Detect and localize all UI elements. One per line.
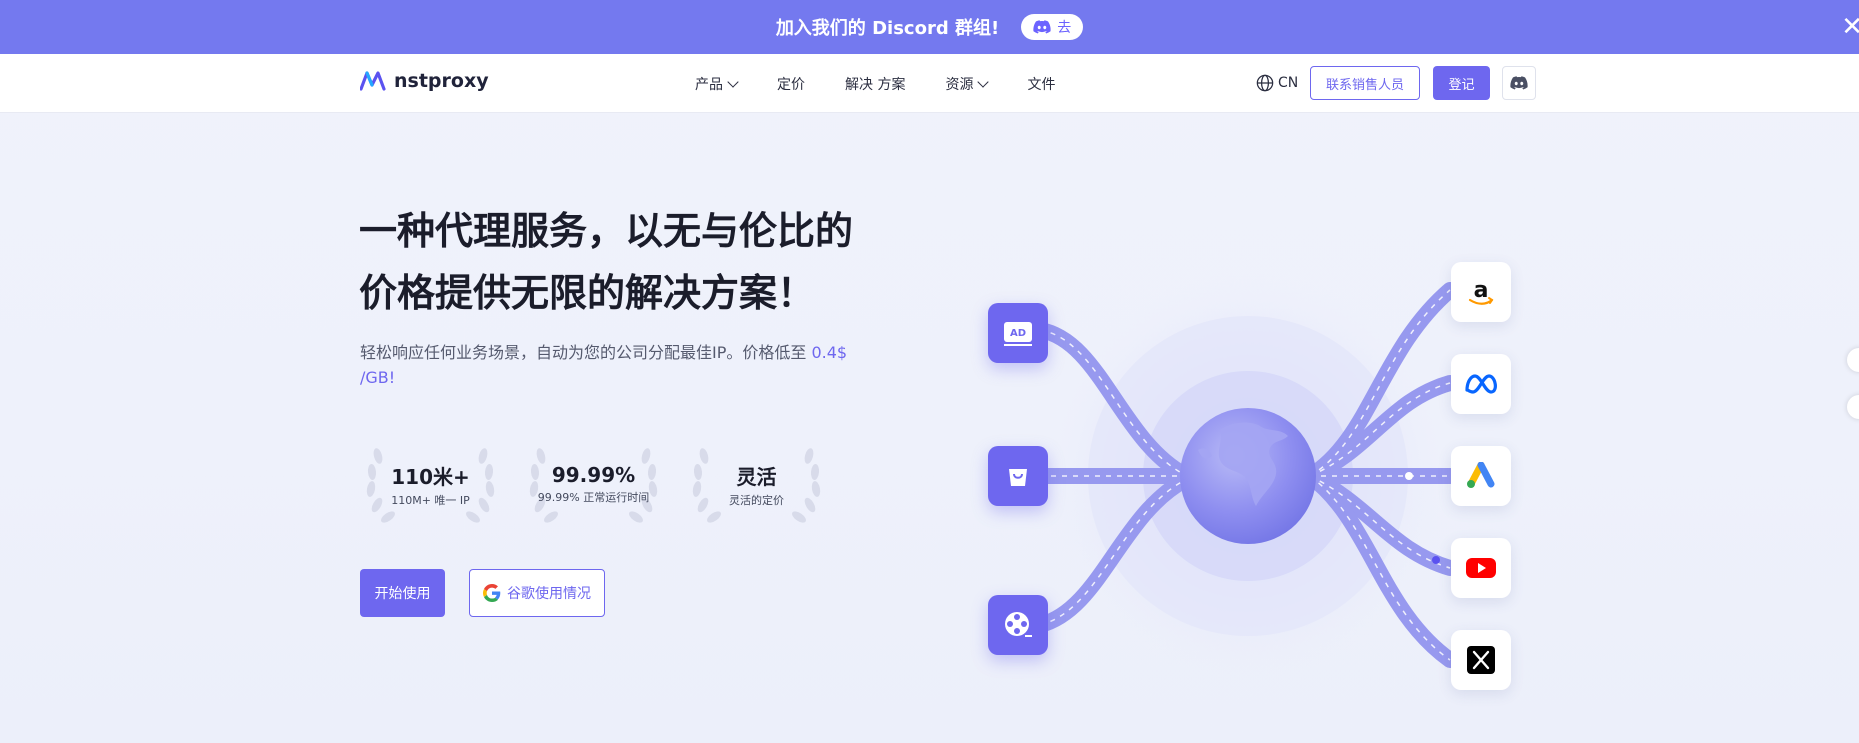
announcement-go-button[interactable]: 去 bbox=[1021, 14, 1084, 40]
amazon-icon: a bbox=[1468, 278, 1494, 305]
chevron-down-icon bbox=[727, 76, 739, 88]
login-button[interactable]: 登记 bbox=[1433, 66, 1490, 100]
logo[interactable]: nstproxy bbox=[360, 70, 489, 92]
svg-text:AD: AD bbox=[1010, 328, 1026, 339]
network-illustration: AD a bbox=[980, 240, 1540, 710]
side-scroll-indicator[interactable] bbox=[1847, 395, 1859, 419]
main-menu: 产品 定价 解决 方案 资源 文件 bbox=[695, 74, 1055, 94]
stat-value: 灵活 bbox=[736, 464, 777, 489]
stat-pricing: 灵活 灵活的定价 bbox=[684, 442, 829, 526]
hero-title: 一种代理服务，以无与伦比的 价格提供无限的解决方案！ bbox=[359, 200, 899, 324]
menu-item-label: 解决 方案 bbox=[845, 77, 906, 93]
menu-item-label: 资源 bbox=[945, 77, 974, 93]
stat-uptime: 99.99% 99.99% 正常运行时间 bbox=[521, 442, 666, 526]
side-scroll-indicator[interactable] bbox=[1847, 348, 1859, 372]
google-usage-button[interactable]: 谷歌使用情况 bbox=[469, 569, 605, 617]
menu-item-products[interactable]: 产品 bbox=[695, 74, 739, 94]
hero-subtitle-text: 轻松响应任何业务场景，自动为您的公司分配最佳IP。价格低至 bbox=[360, 343, 812, 362]
meta-tile bbox=[1451, 354, 1511, 414]
stat-label: 99.99% 正常运行时间 bbox=[537, 491, 650, 504]
brand-name: nstproxy bbox=[394, 70, 489, 92]
contact-sales-button[interactable]: 联系销售人员 bbox=[1310, 66, 1420, 100]
hero-title-line-2: 价格提供无限的解决方案！ bbox=[359, 271, 816, 315]
google-ads-tile bbox=[1451, 446, 1511, 506]
x-icon bbox=[1467, 646, 1495, 674]
top-nav: nstproxy 产品 定价 解决 方案 资源 文件 CN 联系销售人员 登记 bbox=[0, 54, 1859, 113]
ad-tile: AD bbox=[988, 303, 1048, 363]
google-usage-label: 谷歌使用情况 bbox=[507, 586, 591, 602]
shopping-tile bbox=[988, 446, 1048, 506]
stat-label: 灵活的定价 bbox=[729, 493, 784, 507]
google-icon bbox=[483, 584, 501, 602]
menu-item-label: 定价 bbox=[777, 77, 805, 93]
discord-button[interactable] bbox=[1502, 66, 1536, 100]
stat-value: 99.99% bbox=[551, 463, 636, 487]
announcement-bar: 加入我们的 Discord 群组! 去 ✕ bbox=[0, 0, 1859, 54]
stat-label: 110M+ 唯一 IP bbox=[391, 493, 470, 507]
youtube-icon bbox=[1466, 558, 1496, 578]
announcement-go-label: 去 bbox=[1057, 20, 1072, 36]
menu-item-label: 产品 bbox=[695, 77, 723, 93]
menu-item-pricing[interactable]: 定价 bbox=[777, 74, 805, 94]
shopping-bag-icon bbox=[1009, 469, 1027, 486]
stat-ips: 110米+ 110M+ 唯一 IP bbox=[358, 442, 503, 526]
menu-item-label: 文件 bbox=[1027, 77, 1056, 93]
language-label: CN bbox=[1278, 75, 1299, 91]
get-started-button[interactable]: 开始使用 bbox=[360, 569, 445, 617]
hero-title-line-1: 一种代理服务，以无与伦比的 bbox=[359, 209, 854, 253]
menu-item-resources[interactable]: 资源 bbox=[945, 74, 990, 94]
x-tile bbox=[1451, 630, 1511, 690]
discord-icon bbox=[1033, 20, 1051, 34]
google-ads-icon bbox=[1467, 462, 1495, 488]
menu-item-docs[interactable]: 文件 bbox=[1027, 74, 1055, 94]
globe-icon bbox=[1256, 74, 1274, 92]
stats-row: 110米+ 110M+ 唯一 IP 99.99% 99.99% 正常运行时间 灵… bbox=[358, 442, 829, 526]
ad-icon: AD bbox=[1004, 322, 1032, 346]
language-switcher[interactable]: CN bbox=[1256, 74, 1298, 92]
film-reel-icon bbox=[1005, 612, 1032, 637]
svg-text:a: a bbox=[1474, 278, 1489, 303]
youtube-tile bbox=[1451, 538, 1511, 598]
film-tile bbox=[988, 595, 1048, 655]
nstproxy-logo-icon bbox=[360, 71, 386, 91]
stat-value: 110米+ bbox=[391, 464, 470, 489]
hero-subtitle: 轻松响应任何业务场景，自动为您的公司分配最佳IP。价格低至 0.4$ /GB! bbox=[360, 340, 860, 390]
close-icon[interactable]: ✕ bbox=[1841, 12, 1859, 42]
menu-item-solutions[interactable]: 解决 方案 bbox=[845, 74, 905, 94]
amazon-tile: a bbox=[1451, 262, 1511, 322]
announcement-text: 加入我们的 Discord 群组! bbox=[775, 18, 1000, 39]
chevron-down-icon bbox=[977, 76, 990, 88]
discord-icon bbox=[1510, 76, 1528, 90]
meta-icon bbox=[1465, 374, 1497, 394]
